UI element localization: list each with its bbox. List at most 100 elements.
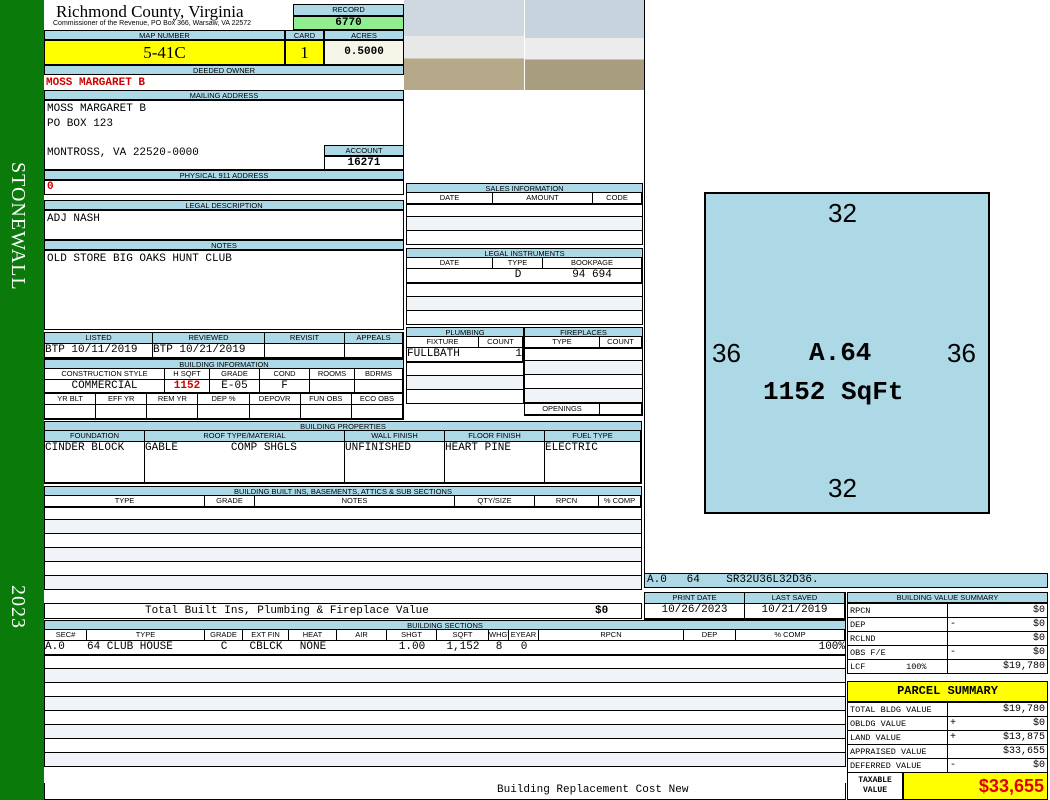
building-info-label: BUILDING INFORMATION (44, 359, 404, 369)
property-photo-side[interactable] (525, 0, 644, 90)
mailing-label: MAILING ADDRESS (44, 90, 404, 100)
sketch-caption: A.0 64 SR32U36L32D36. (644, 573, 1048, 588)
roof: GABLE COMP SHGLS (145, 442, 345, 483)
record-number: 6770 (293, 16, 404, 30)
building-info-grid: CONSTRUCTION STYLE H SQFT GRADE COND ROO… (44, 369, 404, 394)
listed-value: BTP 10/11/2019 (45, 344, 153, 358)
sketch-dim-right: 36 (947, 338, 976, 368)
summary-name: TOTAL BLDG VALUE (847, 702, 948, 717)
plumbing-label: PLUMBING (406, 327, 524, 337)
sketch-area[interactable]: 32 32 36 36 A.64 1152 SqFt (644, 0, 1050, 573)
fixture: FULLBATH (407, 348, 479, 362)
header: ROOMS (310, 369, 355, 380)
summary-name: LCF 100% (847, 659, 948, 674)
sketch-dim-top: 32 (828, 198, 857, 228)
property-photo-front[interactable] (404, 0, 524, 90)
summary-operator: - (947, 617, 962, 632)
review-grid: LISTED REVIEWED REVISIT APPEALS BTP 10/1… (44, 332, 404, 359)
header: DEPOVR (249, 394, 301, 405)
summary-row: OBLDG VALUE + $0 (847, 716, 1048, 731)
wall-finish: UNFINISHED (345, 442, 445, 483)
instrument-type: D (493, 269, 543, 283)
summary-operator: + (947, 716, 962, 731)
sections-rows (44, 655, 846, 767)
summary-row: APPRAISED VALUE $33,655 (847, 744, 1048, 759)
value-summary-label: BUILDING VALUE SUMMARY (847, 592, 1048, 603)
tax-year: 2023 (7, 585, 29, 629)
builtins-label: BUILDING BUILT INS, BASEMENTS, ATTICS & … (44, 486, 642, 496)
sketch-sqft: 1152 SqFt (763, 377, 904, 407)
sales-label: SALES INFORMATION (406, 183, 643, 193)
condition: F (260, 380, 310, 393)
floor-finish: HEART PINE (445, 442, 545, 483)
section-cell: 1.00 (387, 641, 437, 655)
summary-operator: - (947, 758, 962, 773)
summary-value: $0 (961, 716, 1048, 731)
bedrooms (355, 380, 403, 393)
header: FOUNDATION (45, 431, 145, 442)
summary-row: TOTAL BLDG VALUE $19,780 (847, 702, 1048, 717)
section-cell: 64 CLUB HOUSE (87, 641, 205, 655)
notes-label: NOTES (44, 240, 404, 250)
sections-label: BUILDING SECTIONS (44, 620, 846, 630)
header: BOOKPAGE (543, 258, 642, 269)
summary-value: $33,655 (961, 744, 1048, 759)
header: BDRMS (355, 369, 403, 380)
header: RPCN (539, 630, 684, 641)
header: DEP % (198, 394, 250, 405)
legal-label: LEGAL DESCRIPTION (44, 200, 404, 210)
header: YR BLT (45, 394, 97, 405)
mailing-line2: PO BOX 123 (47, 118, 114, 130)
header: DEP (684, 630, 736, 641)
county-title: Richmond County, Virginia (56, 2, 244, 21)
parcel-summary-table: TOTAL BLDG VALUE $19,780 OBLDG VALUE + $0 LAN… (847, 702, 1048, 773)
summary-name: OBLDG VALUE (847, 716, 948, 731)
notes: OLD STORE BIG OAKS HUNT CLUB (44, 250, 404, 330)
owner-label: DEEDED OWNER (44, 65, 404, 75)
summary-value: $13,875 (961, 730, 1048, 745)
mailing-line1: MOSS MARGARET B (47, 103, 147, 115)
print-date: 10/26/2023 (645, 604, 745, 619)
header: FUEL TYPE (545, 431, 641, 442)
summary-name: APPRAISED VALUE (847, 744, 948, 759)
section-cell: A.0 (45, 641, 87, 655)
instruments-label: LEGAL INSTRUMENTS (406, 248, 643, 258)
header: WALL FINISH (345, 431, 445, 442)
acres-value: 0.5000 (324, 40, 404, 65)
header: FUN OBS (300, 394, 352, 405)
summary-operator (947, 744, 962, 759)
parcel-summary-title: PARCEL SUMMARY (847, 681, 1048, 702)
card-label: CARD (285, 30, 324, 40)
builtins-total-label: Total Built Ins, Plumbing & Fireplace Va… (145, 605, 429, 617)
heated-sqft: 1152 (165, 380, 210, 393)
print-date-label: PRINT DATE (645, 593, 745, 604)
fuel-type: ELECTRIC (545, 442, 641, 483)
header: TYPE (493, 258, 543, 269)
last-saved-label: LAST SAVED (745, 593, 845, 604)
summary-row: DEFERRED VALUE - $0 (847, 758, 1048, 773)
header: ROOF TYPE/MATERIAL (145, 431, 345, 442)
physical-address: 0 (44, 180, 404, 195)
sections-footer: Building Replacement Cost New (44, 783, 846, 800)
building-info-grid-2: YR BLT EFF YR REM YR DEP % DEPOVR FUN OB… (44, 394, 404, 420)
instruments-rows (406, 283, 643, 325)
sections-grid: SEC#TYPEGRADEEXT FINHEATAIRSHGTSQFTWHGTE… (44, 630, 846, 656)
summary-value: $0 (961, 645, 1048, 660)
summary-name: OBS F/E (847, 645, 948, 660)
plumbing-grid: FIXTURE COUNT FULLBATH 1 (406, 337, 524, 363)
county-subtitle: Commissioner of the Revenue, PO Box 366,… (53, 20, 252, 27)
header: COND (260, 369, 310, 380)
header: SEC# (45, 630, 87, 641)
appeals-header: APPEALS (345, 333, 403, 344)
summary-row: RPCN $0 (847, 603, 1048, 618)
revisit-value (265, 344, 345, 358)
sketch-dim-left: 36 (712, 338, 741, 368)
value-summary-table: RPCN $0 DEP - $0 RCLND $0 OBS F/E - $0 LCF 100% $19… (847, 603, 1048, 674)
builtins-rows (44, 506, 642, 590)
header: % COMP (736, 630, 845, 641)
header: CONSTRUCTION STYLE (45, 369, 165, 380)
acres-label: ACRES (324, 30, 404, 40)
sidebar: STONEWALL 2023 (0, 0, 44, 800)
last-saved: 10/21/2019 (745, 604, 845, 619)
instruments-grid: DATE TYPE BOOKPAGE D 94 694 (406, 258, 643, 284)
